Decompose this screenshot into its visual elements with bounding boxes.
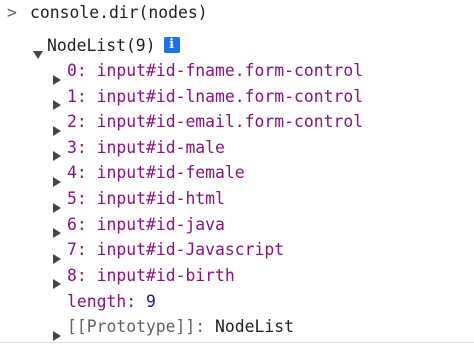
- item-tag: input: [96, 137, 146, 157]
- triangle-right-icon[interactable]: [53, 322, 61, 347]
- item-id: #id-fname: [145, 61, 235, 80]
- nodelist-item[interactable]: 6: input#id-java: [0, 212, 474, 239]
- nodelist-prototype[interactable]: [[Prototype]]: NodeList: [0, 314, 474, 341]
- console-command-text[interactable]: console.dir(nodes): [30, 0, 208, 25]
- nodelist-item[interactable]: 0: input#id-fname.form-control: [0, 58, 474, 85]
- item-class: .form-control: [234, 61, 364, 80]
- item-index: 0:: [67, 61, 87, 80]
- devtools-console: > console.dir(nodes) NodeList(9) i 0: inp…: [0, 0, 474, 347]
- nodelist-item[interactable]: 3: input#id-male: [0, 135, 474, 162]
- item-index: 2:: [67, 112, 87, 132]
- item-tag: input: [96, 112, 146, 132]
- prototype-key: [[Prototype]]:: [67, 317, 206, 336]
- item-id: #id-birth: [145, 265, 235, 285]
- nodelist-header[interactable]: NodeList(9) i: [0, 33, 474, 59]
- item-id: #id-email: [145, 112, 235, 132]
- nodelist-item[interactable]: 8: input#id-birth: [0, 263, 474, 290]
- prototype-value: NodeList: [215, 317, 294, 336]
- item-tag: input: [96, 163, 146, 183]
- item-index: 5:: [67, 189, 87, 208]
- item-id: #id-java: [145, 214, 225, 234]
- length-key: length:: [67, 292, 137, 311]
- info-icon[interactable]: i: [163, 36, 180, 53]
- nodelist-length: length: 9: [0, 289, 474, 314]
- item-index: 8:: [67, 265, 87, 285]
- item-id: #id-male: [145, 137, 225, 157]
- item-tag: input: [96, 86, 146, 106]
- length-value: 9: [145, 292, 156, 311]
- item-id: #id-female: [145, 163, 245, 183]
- nodelist-item[interactable]: 2: input#id-email.form-control: [0, 109, 474, 136]
- nodelist-item[interactable]: 1: input#id-lname.form-control: [0, 84, 474, 111]
- item-tag: input: [96, 61, 146, 80]
- console-command-line: > console.dir(nodes): [0, 0, 474, 25]
- item-id: #id-html: [145, 189, 225, 208]
- item-class: .form-control: [234, 86, 364, 106]
- item-tag: input: [96, 265, 146, 285]
- item-index: 1:: [67, 86, 87, 106]
- nodelist-label: NodeList(9): [47, 36, 156, 55]
- item-id: #id-Javascript: [145, 240, 285, 260]
- divider: [0, 342, 474, 343]
- item-class: .form-control: [234, 112, 364, 132]
- item-index: 6:: [67, 214, 87, 234]
- item-index: 3:: [67, 137, 87, 157]
- item-tag: input: [96, 189, 146, 208]
- nodelist-item[interactable]: 4: input#id-female: [0, 160, 474, 187]
- item-tag: input: [96, 240, 146, 260]
- nodelist-item[interactable]: 7: input#id-Javascript: [0, 237, 474, 264]
- nodelist-item[interactable]: 5: input#id-html: [0, 186, 474, 213]
- item-id: #id-lname: [145, 86, 235, 106]
- console-prompt-icon: >: [7, 3, 17, 22]
- item-index: 7:: [67, 240, 87, 260]
- item-tag: input: [96, 214, 146, 234]
- item-index: 4:: [67, 163, 87, 183]
